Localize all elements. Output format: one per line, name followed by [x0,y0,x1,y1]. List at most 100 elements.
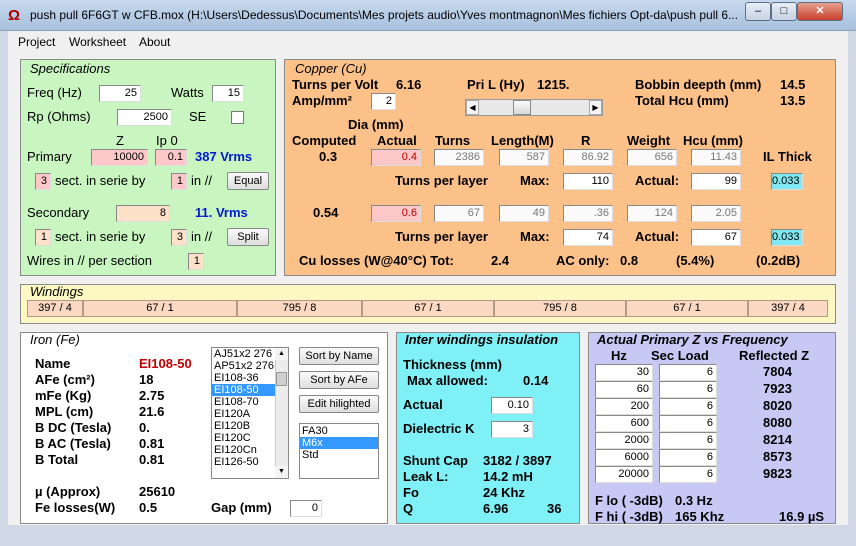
maximize-button[interactable]: □ [771,2,797,21]
row1-max-label: Max: [520,173,550,188]
mu-value: 25610 [139,484,176,499]
material-list[interactable]: FA30 M6x Std [299,423,379,479]
row2-turns: 67 [434,205,484,222]
freq-row-load-input[interactable]: 6 [659,364,717,381]
mpl-label: MPL (cm) [35,404,94,419]
pril-slider[interactable] [465,99,603,116]
q-label: Q [403,501,414,516]
freq-row-load-input[interactable]: 6 [659,398,717,415]
freq-row-hz-input[interactable]: 30 [595,364,653,381]
fhi-label: F hi ( -3dB) [595,509,663,524]
freq-row-hz-input[interactable]: 200 [595,398,653,415]
winding-cell: 67 / 1 [362,300,494,317]
scroll-down-arrow-icon[interactable]: ▼ [275,466,288,478]
q-value: 6.96 [483,501,509,516]
freq-row-hz-input[interactable]: 20000 [595,466,653,483]
menu-project[interactable]: Project [18,35,55,49]
freq-row-load-input[interactable]: 6 [659,449,717,466]
ampmm-input[interactable]: 2 [371,93,396,110]
row2-act-input[interactable]: 67 [691,229,741,246]
sort-by-afe-button[interactable]: Sort by AFe [299,371,379,389]
winding-cell: 795 / 8 [237,300,362,317]
menu-worksheet[interactable]: Worksheet [69,35,126,49]
watts-input[interactable]: 15 [212,85,244,102]
equal-button[interactable]: Equal [227,172,269,190]
secondary-parallel-input[interactable]: 3 [171,229,187,246]
z-frequency-title: Actual Primary Z vs Frequency [597,332,788,347]
list-item[interactable]: Std [300,449,378,461]
list-item[interactable]: FA30 [300,425,378,437]
primary-sections-input[interactable]: 3 [35,173,51,190]
row2-ilthick-input[interactable]: 0.033 [771,229,803,246]
rp-input[interactable]: 2500 [117,109,172,126]
ilthick-header: IL Thick [763,149,812,164]
winding-cell: 67 / 1 [83,300,237,317]
windings-title: Windings [30,284,84,299]
freq-row-load-input[interactable]: 6 [659,381,717,398]
bobbin-label: Bobbin deepth (mm) [635,77,762,92]
list-item-selected[interactable]: M6x [300,437,378,449]
mfe-value: 2.75 [139,388,165,403]
menu-about[interactable]: About [139,35,170,49]
primary-z-input[interactable]: 10000 [91,149,148,166]
freq-row-load-input[interactable]: 6 [659,415,717,432]
row1-act-input[interactable]: 99 [691,173,741,190]
freq-input[interactable]: 25 [99,85,141,102]
afe-label: AFe (cm²) [35,372,95,387]
culoss-label: Cu losses (W@40°C) Tot: [299,253,454,268]
freq-row-load-input[interactable]: 6 [659,432,717,449]
minimize-button[interactable]: – [745,2,771,21]
title-bar[interactable]: Ω push pull 6F6GT w CFB.mox (H:\Users\De… [0,0,856,31]
bdc-label: B DC (Tesla) [35,420,112,435]
bobbin-value: 14.5 [780,77,806,92]
z-header: Z [116,133,124,148]
row2-tpl-label: Turns per layer [395,229,488,244]
secondary-sections-input[interactable]: 1 [35,229,51,246]
wires-input[interactable]: 1 [188,253,204,270]
scroll-up-arrow-icon[interactable]: ▲ [275,348,288,360]
row1-max-input[interactable]: 110 [563,173,613,190]
dia-label: Dia (mm) [348,117,404,132]
core-list-scrollbar[interactable] [275,348,288,478]
row2-act-label: Actual: [635,229,680,244]
dielectric-label: Dielectric K [403,421,475,436]
slider-left-arrow-icon[interactable]: ◀ [466,100,479,115]
ip0-header: Ip 0 [156,133,178,148]
insulation-actual-label: Actual [403,397,443,412]
row1-ilthick-input[interactable]: 0.033 [771,173,803,190]
hcu-total-value: 13.5 [780,93,806,108]
copper-title: Copper (Cu) [295,61,367,76]
row2-length: 49 [499,205,549,222]
gap-label: Gap (mm) [211,500,272,515]
q2-value: 36 [547,501,562,516]
secondary-vrms: 11. Vrms [195,205,248,220]
primary-ip0-input[interactable]: 0.1 [155,149,187,166]
edit-highlighted-button[interactable]: Edit hilighted [299,395,379,413]
slider-right-arrow-icon[interactable]: ▶ [589,100,602,115]
freq-row-hz-input[interactable]: 60 [595,381,653,398]
sort-by-name-button[interactable]: Sort by Name [299,347,379,365]
row2-max-input[interactable]: 74 [563,229,613,246]
row1-actual-input[interactable]: 0.4 [371,149,421,166]
split-button[interactable]: Split [227,228,269,246]
primary-parallel-input[interactable]: 1 [171,173,187,190]
gap-input[interactable]: 0 [290,500,322,517]
freq-row-load-input[interactable]: 6 [659,466,717,483]
close-button[interactable]: ✕ [797,2,843,21]
se-checkbox[interactable] [231,111,244,124]
secondary-label: Secondary [27,205,90,220]
freq-row-hz-input[interactable]: 2000 [595,432,653,449]
dielectric-input[interactable]: 3 [491,421,533,438]
winding-cell: 397 / 4 [27,300,83,317]
freq-row-hz-input[interactable]: 600 [595,415,653,432]
computed-header: Computed [292,133,357,148]
row2-actual-input[interactable]: 0.6 [371,205,421,222]
insulation-actual-input[interactable]: 0.10 [491,397,533,414]
flo-value: 0.3 Hz [675,493,713,508]
secondary-z-input[interactable]: 8 [116,205,170,222]
row2-computed: 0.54 [313,205,339,220]
row1-computed: 0.3 [319,149,338,164]
slider-thumb[interactable] [513,100,531,115]
freq-row-hz-input[interactable]: 6000 [595,449,653,466]
scroll-thumb[interactable] [276,372,287,386]
